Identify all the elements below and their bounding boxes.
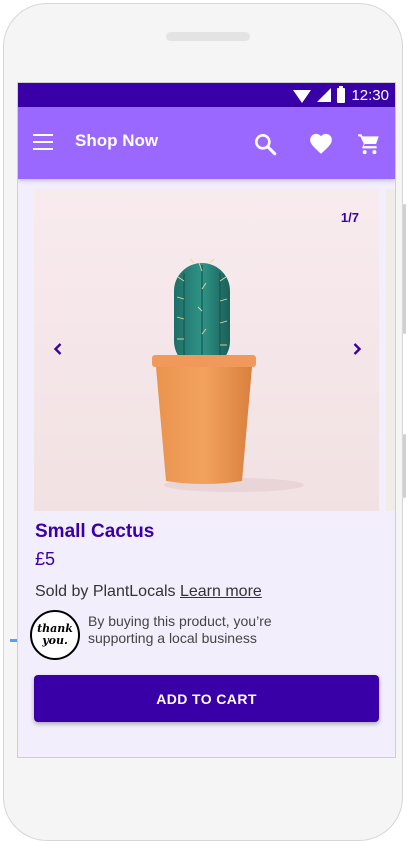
menu-icon[interactable] — [33, 134, 53, 150]
learn-more-link[interactable]: Learn more — [180, 583, 262, 600]
app-screen: 12:30 Shop Now 1/7 Small Cactus £5 Sold … — [17, 82, 396, 758]
image-counter: 1/7 — [340, 210, 359, 225]
power-button — [403, 434, 406, 498]
support-message: By buying this product, you’re supportin… — [88, 613, 272, 646]
seller-text: Sold by PlantLocals — [35, 583, 176, 600]
volume-button — [403, 204, 406, 334]
cart-icon[interactable] — [356, 131, 382, 157]
heart-icon[interactable] — [308, 131, 334, 157]
speaker-slot — [166, 32, 250, 41]
seller-info: Sold by PlantLocals Learn more — [35, 583, 262, 601]
status-bar: 12:30 — [18, 83, 395, 107]
cactus-image — [34, 189, 379, 511]
app-bar-title: Shop Now — [75, 131, 159, 150]
chevron-right-icon[interactable] — [347, 339, 367, 359]
add-to-cart-button[interactable]: ADD TO CART — [34, 675, 379, 722]
app-bar: Shop Now — [18, 107, 395, 179]
signal-icon — [317, 88, 332, 102]
thank-you-badge: thank you. — [30, 610, 80, 660]
chevron-left-icon[interactable] — [48, 339, 68, 359]
product-price: £5 — [35, 549, 56, 569]
next-image-peek — [386, 189, 395, 511]
search-icon[interactable] — [252, 131, 278, 157]
wifi-icon — [293, 89, 312, 103]
product-title: Small Cactus — [35, 521, 155, 542]
status-time: 12:30 — [351, 86, 389, 104]
product-image-carousel[interactable]: 1/7 — [34, 189, 379, 511]
badge-line-2: you. — [42, 634, 68, 647]
battery-icon — [337, 85, 346, 103]
